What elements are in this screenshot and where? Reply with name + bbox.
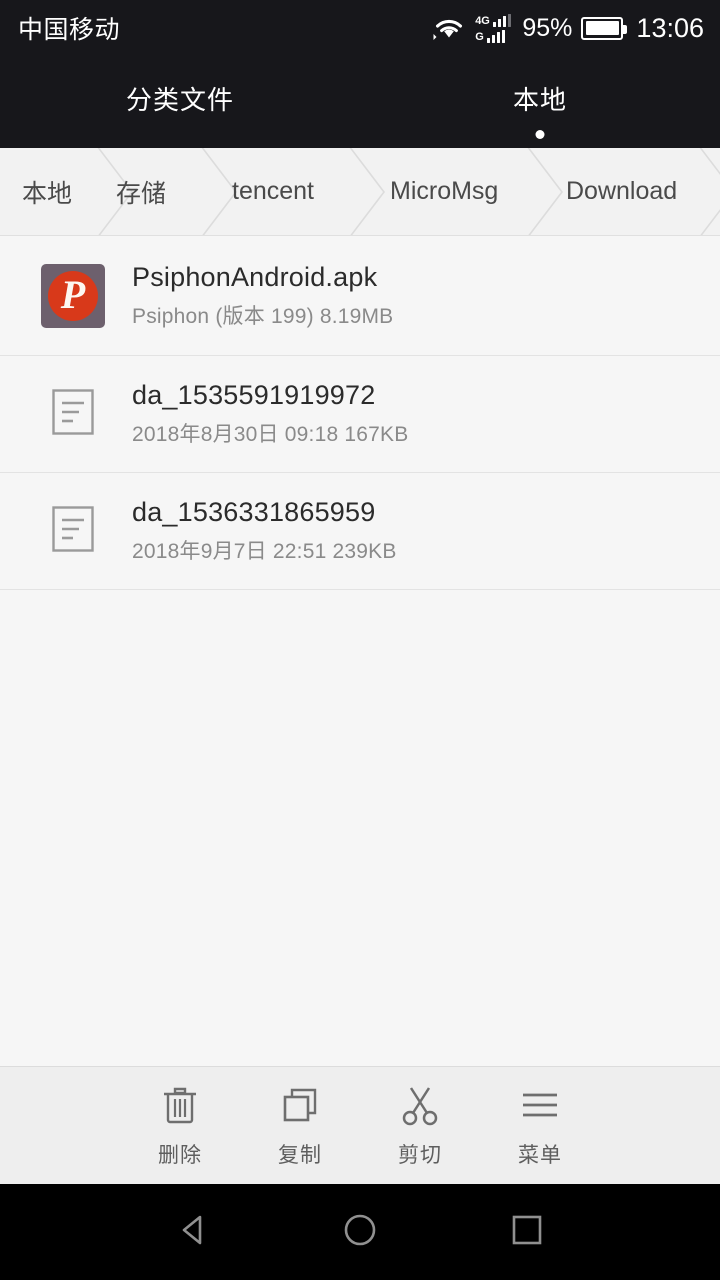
signal-icons: 4G G <box>475 13 512 43</box>
file-name: da_1536331865959 <box>132 497 376 527</box>
table-row[interactable]: P PsiphonAndroid.apk Psiphon (版本 199) 8.… <box>0 236 720 356</box>
tab-local[interactable]: 本地 <box>360 56 720 139</box>
file-icon-cell: P <box>38 263 108 328</box>
sim1-network-label: 4G <box>475 15 490 27</box>
psiphon-app-icon: P <box>41 263 105 328</box>
file-icon-cell <box>38 505 108 558</box>
tab-label: 本地 <box>512 85 567 115</box>
file-name: PsiphonAndroid.apk <box>132 261 378 292</box>
file-text-cell: PsiphonAndroid.apk Psiphon (版本 199) 8.19… <box>132 262 393 330</box>
toolbar-label: 菜单 <box>518 1143 562 1167</box>
breadcrumb-item-local[interactable]: 本地 <box>22 148 72 235</box>
table-row[interactable]: da_1535591919972 2018年8月30日 09:18 167KB <box>0 356 720 473</box>
recents-icon <box>506 1209 548 1256</box>
document-icon <box>51 388 95 441</box>
breadcrumb-item-micromsg[interactable]: MicroMsg <box>390 148 498 235</box>
file-list: P PsiphonAndroid.apk Psiphon (版本 199) 8.… <box>0 236 720 1066</box>
toolbar-label: 复制 <box>278 1143 322 1167</box>
table-row[interactable]: da_1536331865959 2018年9月7日 22:51 239KB <box>0 473 720 590</box>
back-button[interactable] <box>158 1197 228 1267</box>
menu-icon <box>518 1083 562 1127</box>
toolbar-label: 删除 <box>158 1143 202 1167</box>
tab-bar: 分类文件 本地 <box>0 56 720 148</box>
breadcrumb-item-storage[interactable]: 存储 <box>116 148 186 235</box>
file-name: da_1535591919972 <box>132 380 376 410</box>
copy-icon <box>278 1083 322 1127</box>
psiphon-letter: P <box>60 271 86 317</box>
sim2-network-label: G <box>475 31 484 43</box>
back-icon <box>172 1209 214 1256</box>
sim2-bars <box>486 30 506 43</box>
action-toolbar: 删除 复制 剪切 菜单 <box>0 1066 720 1184</box>
sim1-bars <box>492 14 512 27</box>
file-meta: 2018年9月7日 22:51 239KB <box>132 540 397 563</box>
carrier-label: 中国移动 <box>18 16 121 44</box>
breadcrumb-chevron-icon <box>522 148 568 235</box>
breadcrumb-chevron-icon <box>344 148 390 235</box>
file-icon-cell <box>38 388 108 441</box>
document-icon <box>51 505 95 558</box>
psiphon-circle: P <box>48 270 98 321</box>
home-icon <box>339 1209 381 1256</box>
battery-icon <box>581 16 628 40</box>
recents-button[interactable] <box>492 1197 562 1267</box>
phone-screen: 中国移动 4G G 95% 13:06 分类文件 本地 本地 存储 tencen… <box>0 0 720 1280</box>
copy-button[interactable]: 复制 <box>240 1083 360 1169</box>
scissors-icon <box>398 1083 442 1127</box>
tab-label: 分类文件 <box>125 85 234 115</box>
breadcrumb-item-tencent[interactable]: tencent <box>232 148 314 235</box>
status-icons: 4G G 95% 13:06 <box>432 13 704 44</box>
breadcrumb-item-download[interactable]: Download <box>566 148 677 235</box>
status-bar: 中国移动 4G G 95% 13:06 <box>0 0 720 56</box>
toolbar-label: 剪切 <box>398 1143 442 1167</box>
android-navigation-bar <box>0 1184 720 1280</box>
tab-active-dot <box>535 130 545 139</box>
file-meta: 2018年8月30日 09:18 167KB <box>132 423 409 446</box>
sim2-signal: G <box>475 29 511 43</box>
cut-button[interactable]: 剪切 <box>360 1083 480 1169</box>
sim1-signal: 4G <box>475 13 512 27</box>
delete-button[interactable]: 删除 <box>120 1083 240 1169</box>
breadcrumb: 本地 存储 tencent MicroMsg Download <box>0 148 720 236</box>
menu-button[interactable]: 菜单 <box>480 1083 600 1169</box>
battery-percent-label: 95% <box>522 13 573 42</box>
breadcrumb-chevron-icon <box>694 148 720 235</box>
clock-label: 13:06 <box>636 12 704 43</box>
trash-icon <box>158 1083 202 1127</box>
file-text-cell: da_1535591919972 2018年8月30日 09:18 167KB <box>132 380 408 448</box>
tab-categorized-files[interactable]: 分类文件 <box>0 56 360 117</box>
home-button[interactable] <box>325 1197 395 1267</box>
wifi-icon <box>432 15 466 41</box>
file-meta: Psiphon (版本 199) 8.19MB <box>132 304 394 328</box>
file-text-cell: da_1536331865959 2018年9月7日 22:51 239KB <box>132 497 397 565</box>
